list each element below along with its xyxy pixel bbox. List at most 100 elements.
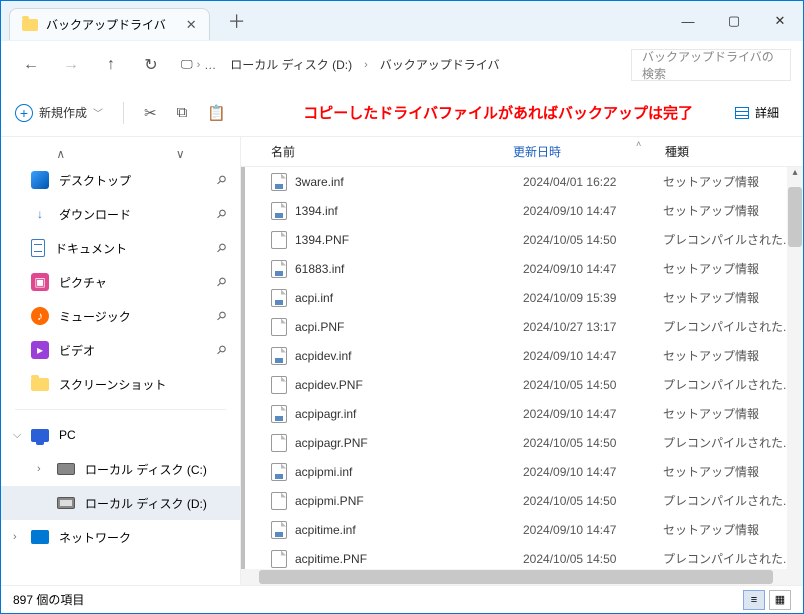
tree-item[interactable]: ›ネットワーク <box>1 520 240 554</box>
file-list[interactable]: 3ware.inf2024/04/01 16:22セットアップ情報1394.in… <box>241 167 803 569</box>
file-date: 2024/09/10 14:47 <box>523 523 663 537</box>
details-button[interactable]: 詳細 <box>725 100 789 125</box>
minimize-button[interactable]: — <box>665 6 711 36</box>
maximize-button[interactable]: ▢ <box>711 6 757 36</box>
file-row[interactable]: 1394.inf2024/09/10 14:47セットアップ情報 <box>245 196 803 225</box>
download-icon: ↓ <box>31 205 49 223</box>
folder-icon <box>31 378 49 391</box>
search-input[interactable]: バックアップドライバの検索 <box>631 49 791 81</box>
file-row[interactable]: acpidev.inf2024/09/10 14:47セットアップ情報 <box>245 341 803 370</box>
address-bar[interactable]: 🖵 › … ローカル ディスク (D:) › バックアップドライバ <box>181 47 619 83</box>
file-name: acpidev.PNF <box>295 378 523 392</box>
tree-item[interactable]: ⌵PC <box>1 418 240 452</box>
pc-icon <box>31 429 49 442</box>
sidebar-item[interactable]: ▸ビデオ⚲ <box>1 333 240 367</box>
scrollbar-vertical[interactable]: ▴ <box>787 167 803 569</box>
cut-icon[interactable]: ✂ <box>144 104 157 122</box>
file-row[interactable]: acpipagr.PNF2024/10/05 14:50プレコンパイルされた..… <box>245 428 803 457</box>
sidebar-item[interactable]: ♪ミュージック⚲ <box>1 299 240 333</box>
file-date: 2024/10/05 14:50 <box>523 436 663 450</box>
file-icon <box>271 492 287 510</box>
sidebar-top-control[interactable]: ∧∨ <box>1 145 240 163</box>
video-icon: ▸ <box>31 341 49 359</box>
chevron-right-icon[interactable]: › <box>197 59 201 71</box>
file-row[interactable]: 3ware.inf2024/04/01 16:22セットアップ情報 <box>245 167 803 196</box>
file-type: セットアップ情報 <box>663 463 803 480</box>
close-button[interactable]: ✕ <box>757 6 803 36</box>
window-tab[interactable]: バックアップドライバ ✕ <box>9 8 210 40</box>
file-row[interactable]: acpipagr.inf2024/09/10 14:47セットアップ情報 <box>245 399 803 428</box>
details-view-button[interactable]: ≡ <box>743 590 765 610</box>
path-segment-drive[interactable]: ローカル ディスク (D:) <box>222 52 360 77</box>
file-row[interactable]: acpitime.PNF2024/10/05 14:50プレコンパイルされた..… <box>245 544 803 569</box>
new-tab-button[interactable]: ＋ <box>228 8 246 34</box>
content: ∧∨ デスクトップ⚲↓ダウンロード⚲ドキュメント⚲▣ピクチャ⚲♪ミュージック⚲▸… <box>1 137 803 585</box>
refresh-button[interactable]: ↻ <box>133 47 169 83</box>
sidebar-item[interactable]: スクリーンショット <box>1 367 240 401</box>
column-headers: ˄ 名前 更新日時 種類 <box>241 137 803 167</box>
file-row[interactable]: acpidev.PNF2024/10/05 14:50プレコンパイルされた... <box>245 370 803 399</box>
pin-icon: ⚲ <box>214 308 230 324</box>
file-type: プレコンパイルされた... <box>663 550 803 567</box>
file-date: 2024/10/05 14:50 <box>523 494 663 508</box>
sidebar-item[interactable]: ▣ピクチャ⚲ <box>1 265 240 299</box>
file-row[interactable]: acpipmi.PNF2024/10/05 14:50プレコンパイルされた... <box>245 486 803 515</box>
file-row[interactable]: 61883.inf2024/09/10 14:47セットアップ情報 <box>245 254 803 283</box>
expand-icon[interactable]: ⌵ <box>13 429 21 442</box>
file-icon <box>271 202 287 220</box>
file-date: 2024/09/10 14:47 <box>523 407 663 421</box>
expand-icon[interactable]: › <box>13 531 17 543</box>
column-type[interactable]: 種類 <box>665 143 803 160</box>
file-type: プレコンパイルされた... <box>663 376 803 393</box>
file-row[interactable]: acpi.inf2024/10/09 15:39セットアップ情報 <box>245 283 803 312</box>
close-tab-icon[interactable]: ✕ <box>186 17 197 33</box>
sort-indicator-icon: ˄ <box>636 139 641 149</box>
file-type: セットアップ情報 <box>663 202 803 219</box>
scrollbar-horizontal[interactable] <box>241 569 803 585</box>
copy-icon[interactable]: ⧉ <box>177 104 188 121</box>
column-name[interactable]: 名前 <box>271 143 501 160</box>
view-toggle: ≡ ▦ <box>743 590 791 610</box>
path-segment-folder[interactable]: バックアップドライバ <box>372 52 508 77</box>
sidebar-item[interactable]: ドキュメント⚲ <box>1 231 240 265</box>
path-overflow[interactable]: … <box>204 58 218 72</box>
grid-view-button[interactable]: ▦ <box>769 590 791 610</box>
scroll-thumb[interactable] <box>788 187 802 247</box>
file-name: acpi.PNF <box>295 320 523 334</box>
sidebar-item[interactable]: デスクトップ⚲ <box>1 163 240 197</box>
plus-circle-icon: + <box>15 104 33 122</box>
tree-item-label: ローカル ディスク (C:) <box>85 461 207 478</box>
file-type: プレコンパイルされた... <box>663 318 803 335</box>
file-type: セットアップ情報 <box>663 260 803 277</box>
sidebar-item-label: デスクトップ <box>59 172 131 189</box>
sidebar-item-label: ミュージック <box>59 308 131 325</box>
file-name: 1394.PNF <box>295 233 523 247</box>
file-name: acpipagr.PNF <box>295 436 523 450</box>
expand-icon[interactable]: › <box>37 463 41 475</box>
chevron-right-icon[interactable]: › <box>364 59 368 71</box>
file-row[interactable]: 1394.PNF2024/10/05 14:50プレコンパイルされた... <box>245 225 803 254</box>
file-icon <box>271 289 287 307</box>
new-button[interactable]: + 新規作成 ﹀ <box>15 104 103 122</box>
file-row[interactable]: acpi.PNF2024/10/27 13:17プレコンパイルされた... <box>245 312 803 341</box>
column-date[interactable]: 更新日時 <box>513 143 653 160</box>
file-icon <box>271 173 287 191</box>
file-type: プレコンパイルされた... <box>663 434 803 451</box>
tree-item[interactable]: › ローカル ディスク (C:) <box>1 452 240 486</box>
sidebar-item[interactable]: ↓ダウンロード⚲ <box>1 197 240 231</box>
file-row[interactable]: acpipmi.inf2024/09/10 14:47セットアップ情報 <box>245 457 803 486</box>
up-button[interactable]: ↑ <box>93 47 129 83</box>
file-icon <box>271 434 287 452</box>
back-button[interactable]: ← <box>13 47 49 83</box>
tree-item[interactable]: ローカル ディスク (D:) <box>1 486 240 520</box>
file-row[interactable]: acpitime.inf2024/09/10 14:47セットアップ情報 <box>245 515 803 544</box>
sidebar-item-label: スクリーンショット <box>59 376 166 393</box>
file-name: acpipmi.inf <box>295 465 523 479</box>
scroll-thumb[interactable] <box>259 570 773 584</box>
toolbar: + 新規作成 ﹀ ✂ ⧉ 📋 コピーしたドライバファイルがあればバックアップは完… <box>1 89 803 137</box>
paste-icon[interactable]: 📋 <box>207 104 226 122</box>
pc-icon: 🖵 <box>181 57 193 72</box>
file-icon <box>271 521 287 539</box>
pin-icon: ⚲ <box>214 274 230 290</box>
forward-button[interactable]: → <box>53 47 89 83</box>
